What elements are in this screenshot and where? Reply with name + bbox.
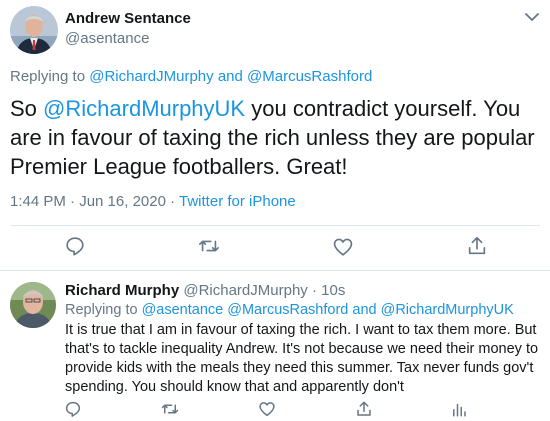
analytics-icon[interactable]: [450, 400, 468, 418]
retweet-icon[interactable]: [198, 235, 220, 257]
share-icon[interactable]: [355, 400, 373, 418]
tweet-source[interactable]: Twitter for iPhone: [179, 193, 296, 210]
replying-label: Replying to: [10, 68, 86, 85]
tweet-text: So @RichardMurphyUK you contradict yours…: [10, 94, 540, 181]
replying-and: and: [352, 302, 377, 318]
reply-header: Richard Murphy @RichardJMurphy · 10s: [65, 282, 345, 299]
retweet-icon[interactable]: [161, 400, 179, 418]
mention-link[interactable]: @RichardMurphyUK: [43, 96, 245, 121]
mention-link[interactable]: @MarcusRashford: [227, 302, 348, 318]
tweet-meta: 1:44 PM · Jun 16, 2020 · Twitter for iPh…: [10, 193, 296, 210]
tweet-text: It is true that I am in favour of taxing…: [65, 322, 539, 395]
author-handle[interactable]: @RichardJMurphy: [183, 282, 307, 299]
tweet-timestamp[interactable]: 1:44 PM · Jun 16, 2020 ·: [10, 193, 175, 210]
author-name[interactable]: Richard Murphy: [65, 282, 179, 299]
mention-link[interactable]: @asentance: [142, 302, 224, 318]
chevron-down-icon[interactable]: [525, 12, 539, 22]
reply-icon[interactable]: [64, 400, 82, 418]
like-icon[interactable]: [258, 400, 276, 418]
reply-icon[interactable]: [64, 235, 86, 257]
divider: [0, 270, 550, 271]
replying-to: Replying to @asentance @MarcusRashford a…: [65, 302, 514, 318]
author-name[interactable]: Andrew Sentance: [65, 10, 191, 27]
replying-label: Replying to: [65, 302, 138, 318]
mention-link[interactable]: @MarcusRashford: [247, 68, 372, 85]
share-icon[interactable]: [466, 235, 488, 257]
divider: [10, 225, 540, 226]
mention-link[interactable]: @RichardMurphyUK: [381, 302, 514, 318]
tweet-text-prefix: So: [10, 96, 37, 121]
replying-and: and: [217, 68, 243, 85]
author-avatar[interactable]: [10, 282, 56, 328]
tweet-timestamp[interactable]: · 10s: [312, 282, 345, 299]
author-handle[interactable]: @asentance: [65, 30, 149, 47]
author-avatar[interactable]: [10, 6, 58, 54]
like-icon[interactable]: [332, 236, 354, 258]
replying-to: Replying to @RichardJMurphy and @MarcusR…: [10, 68, 372, 85]
mention-link[interactable]: @RichardJMurphy: [89, 68, 213, 85]
